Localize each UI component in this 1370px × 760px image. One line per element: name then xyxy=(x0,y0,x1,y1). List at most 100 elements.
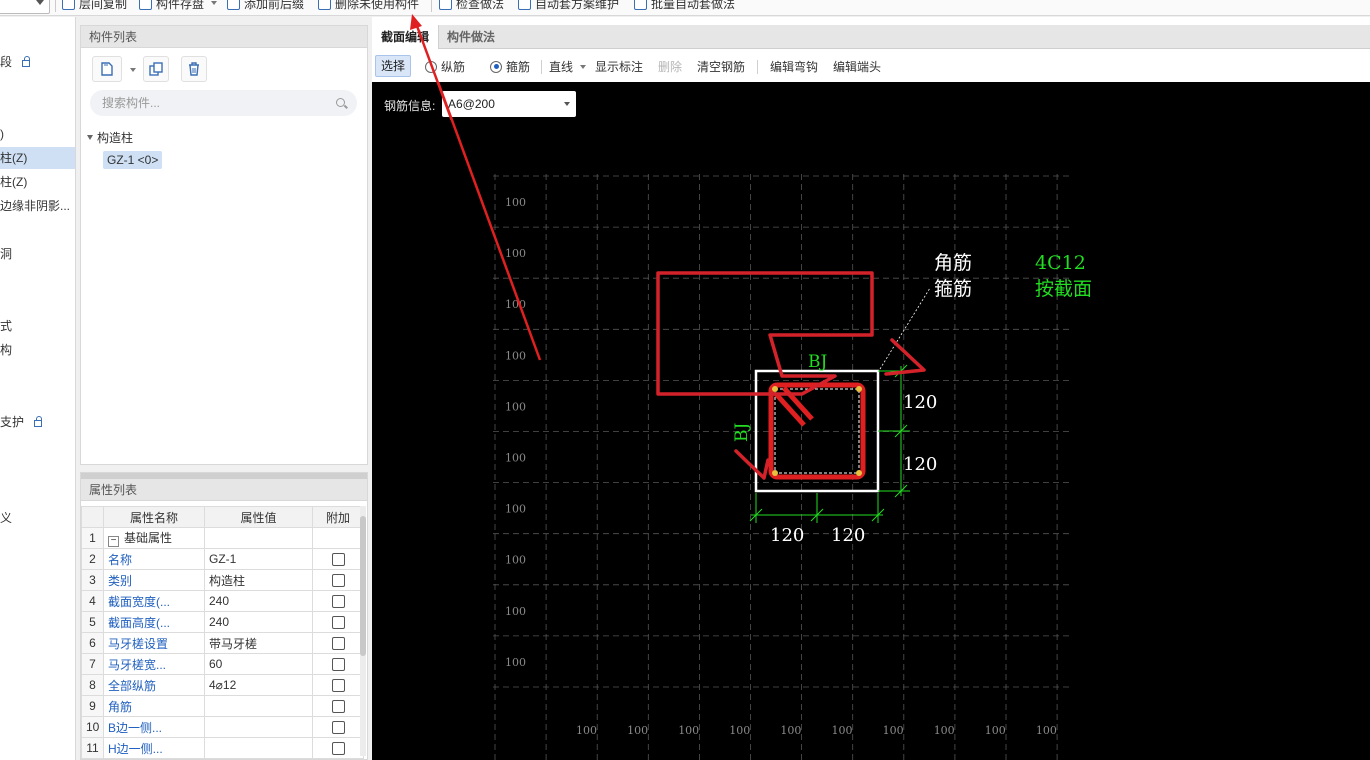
corner-bar[interactable] xyxy=(856,470,862,476)
checkbox[interactable] xyxy=(331,741,345,755)
corner-bar-value[interactable]: 4C12 xyxy=(1035,252,1086,274)
component-search-input[interactable]: 搜索构件... xyxy=(90,90,357,116)
chevron-down-icon xyxy=(580,64,587,69)
section-drawing[interactable]: 100 100 100 100 100 100 100 100 100 100 100 100 100 1… xyxy=(372,82,1370,760)
property-name-text: 全部纵筋 xyxy=(108,678,157,693)
property-value[interactable]: 带马牙槎 xyxy=(204,632,313,654)
nav-item-5[interactable]: 洞 xyxy=(0,243,75,265)
add-prefix-suffix-button[interactable]: 添加前后缀 xyxy=(227,0,304,12)
table-row[interactable]: 7 马牙槎宽... 60 xyxy=(81,653,364,675)
tree-node-gz1[interactable]: GZ-1 <0> xyxy=(103,151,163,169)
property-value[interactable]: 4⌀12 xyxy=(204,674,313,696)
component-type-nav: 段 ) 柱(Z) 柱(Z) 边缘非阴影... 洞 式 构 支护 义 xyxy=(0,17,76,760)
batch-auto-apply-button[interactable]: 批量自动套做法 xyxy=(634,0,735,12)
nav-item-4[interactable]: 边缘非阴影... xyxy=(0,195,75,217)
nav-item-1[interactable]: ) xyxy=(0,123,75,145)
lock-icon xyxy=(22,56,31,67)
table-row[interactable]: 9 角筋 xyxy=(81,695,364,717)
save-component-button[interactable]: 构件存盘 xyxy=(139,0,218,12)
edit-hook-button[interactable]: 编辑弯钩 xyxy=(770,58,818,75)
copy-component-button[interactable] xyxy=(143,56,169,82)
floor-dropdown[interactable] xyxy=(0,0,50,14)
table-row[interactable]: 8 全部纵筋 4⌀12 xyxy=(81,674,364,696)
nav-item-2[interactable]: 柱(Z) xyxy=(0,147,75,169)
nav-item-9[interactable]: 义 xyxy=(0,507,75,529)
checkbox[interactable] xyxy=(331,552,345,566)
table-row[interactable]: 6 马牙槎设置 带马牙槎 xyxy=(81,632,364,654)
property-value[interactable]: 240 xyxy=(204,611,313,633)
annotation-arrow xyxy=(436,82,542,361)
table-row[interactable]: 11 H边一侧... xyxy=(81,737,364,759)
tab-section-edit[interactable]: 截面编辑 xyxy=(372,25,440,49)
checkbox[interactable] xyxy=(331,636,345,650)
delete-component-button[interactable] xyxy=(181,56,207,82)
scroll-thumb[interactable] xyxy=(360,516,366,656)
corner-bar[interactable] xyxy=(856,386,862,392)
property-value[interactable] xyxy=(204,527,313,549)
checkbox[interactable] xyxy=(331,573,345,587)
checkbox[interactable] xyxy=(331,594,345,608)
clear-rebar-button[interactable]: 清空钢筋 xyxy=(697,58,745,75)
checkbox[interactable] xyxy=(331,657,345,671)
grid-label: 100 xyxy=(729,724,750,737)
line-mode-dropdown[interactable]: 直线 xyxy=(549,58,587,75)
checkbox[interactable] xyxy=(331,615,345,629)
grid-label: 100 xyxy=(505,196,526,209)
grid-label: 100 xyxy=(505,247,526,260)
nav-item-6[interactable]: 式 xyxy=(0,315,75,337)
corner-bar[interactable] xyxy=(772,470,778,476)
stirrup-shape[interactable] xyxy=(768,382,866,480)
nav-item-0[interactable]: 段 xyxy=(0,51,75,73)
corner-bar[interactable] xyxy=(772,386,778,392)
tree-node-root[interactable]: 构造柱 xyxy=(87,129,133,146)
delete-unused-button[interactable]: 删除未使用构件 xyxy=(318,0,419,12)
drawing-canvas[interactable]: 钢筋信息: A6@200 100 100 100 100 100 100 100 100 100… xyxy=(372,82,1370,760)
table-row[interactable]: 4 截面宽度(... 240 xyxy=(81,590,364,612)
checkbox[interactable] xyxy=(331,720,345,734)
radio-longitudinal[interactable]: 纵筋 xyxy=(425,58,465,75)
row-number: 7 xyxy=(81,653,104,675)
grid-label: 100 xyxy=(678,724,699,737)
property-value[interactable]: 构造柱 xyxy=(204,569,313,591)
show-dimension-button[interactable]: 显示标注 xyxy=(595,58,643,75)
property-name: B边一侧... xyxy=(103,716,205,738)
delete-button[interactable]: 删除 xyxy=(658,58,682,75)
property-value[interactable]: 60 xyxy=(204,653,313,675)
table-row[interactable]: 3 类别 构造柱 xyxy=(81,569,364,591)
check-method-button[interactable]: 检查做法 xyxy=(439,0,504,12)
delete-unused-icon xyxy=(318,0,331,10)
select-button[interactable]: 选择 xyxy=(375,55,412,77)
property-value[interactable]: GZ-1 xyxy=(204,548,313,570)
property-extra xyxy=(312,590,364,612)
table-row[interactable]: 2 名称 GZ-1 xyxy=(81,548,364,570)
table-row[interactable]: 5 截面高度(... 240 xyxy=(81,611,364,633)
edit-end-button[interactable]: 编辑端头 xyxy=(833,58,881,75)
auto-apply-scheme-button[interactable]: 自动套方案维护 xyxy=(518,0,619,12)
section-editor: 截面编辑 构件做法 选择 纵筋 箍筋 直线 显示标注 删除 清空钢筋 编辑弯钩 … xyxy=(372,17,1370,760)
checkbox[interactable] xyxy=(331,699,345,713)
nav-item-7[interactable]: 构 xyxy=(0,339,75,361)
new-component-dropdown-icon[interactable] xyxy=(130,68,136,72)
grid-label: 100 xyxy=(883,724,904,737)
stirrup-value[interactable]: 按截面 xyxy=(1035,278,1092,300)
table-row[interactable]: 1− 基础属性 xyxy=(81,527,364,549)
tab-component-method[interactable]: 构件做法 xyxy=(438,25,504,49)
property-extra xyxy=(312,611,364,633)
check-method-icon xyxy=(439,0,452,10)
property-value[interactable] xyxy=(204,716,313,738)
nav-item-3[interactable]: 柱(Z) xyxy=(0,171,75,193)
expand-arrow-icon[interactable] xyxy=(87,135,93,140)
table-row[interactable]: 10 B边一侧... xyxy=(81,716,364,738)
new-component-button[interactable] xyxy=(92,56,122,82)
collapse-icon[interactable]: − xyxy=(108,536,119,547)
checkbox[interactable] xyxy=(331,678,345,692)
copy-between-floors-button[interactable]: 层间复制 xyxy=(62,0,127,12)
nav-item-8[interactable]: 支护 xyxy=(0,411,75,433)
property-value[interactable]: 240 xyxy=(204,590,313,612)
radio-stirrup[interactable]: 箍筋 xyxy=(490,58,530,75)
property-value[interactable] xyxy=(204,695,313,717)
component-list-panel: 构件列表 搜索构件... 构造柱 GZ-1 <0> xyxy=(80,25,368,465)
property-value[interactable] xyxy=(204,737,313,759)
search-icon[interactable] xyxy=(336,98,345,107)
property-scrollbar[interactable] xyxy=(360,506,366,756)
